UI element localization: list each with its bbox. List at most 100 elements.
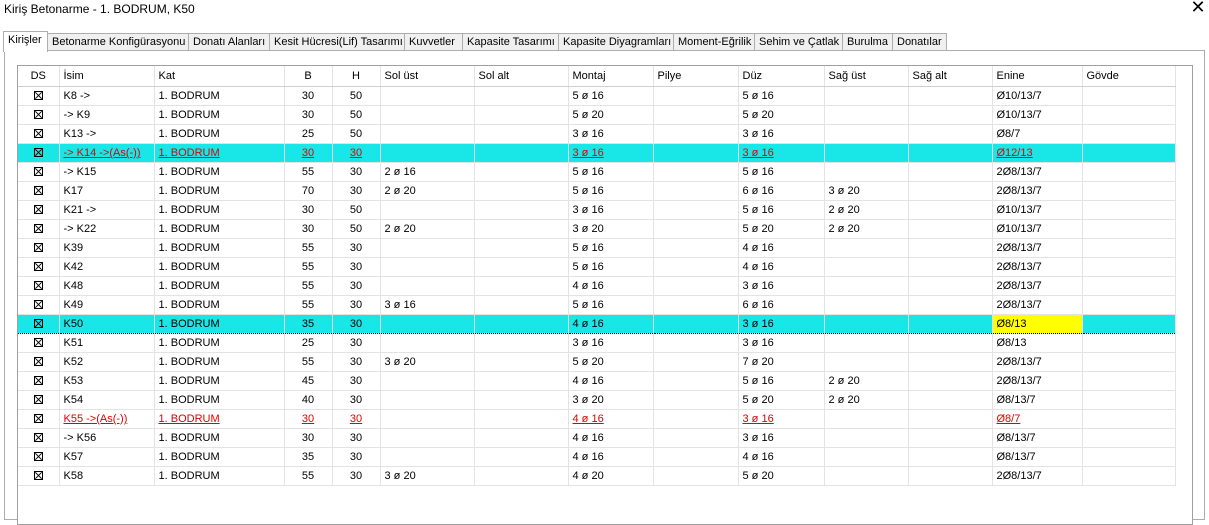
ds-cell[interactable] [18, 371, 60, 391]
cell-b[interactable]: 35 [284, 314, 333, 334]
cell-enine[interactable]: Ø10/13/7 [992, 86, 1083, 106]
cell-pilye[interactable] [653, 352, 739, 372]
cell-kat[interactable]: 1. BODRUM [154, 276, 285, 296]
checkbox-checked-icon[interactable] [33, 205, 43, 214]
cell-b[interactable]: 55 [284, 276, 333, 296]
cell-pilye[interactable] [653, 257, 739, 277]
col-header-pilye[interactable]: Pilye [653, 66, 739, 87]
cell-enine[interactable]: Ø8/13/7 [992, 390, 1083, 410]
cell-govde[interactable] [1082, 124, 1176, 144]
cell-duz[interactable]: 6 ø 16 [738, 181, 825, 201]
cell-sag-alt[interactable] [908, 162, 993, 182]
cell-duz[interactable]: 4 ø 16 [738, 238, 825, 258]
cell-sag-ust[interactable] [824, 333, 909, 353]
table-row[interactable]: K57 1. BODRUM 35 30 4 ø 16 4 ø 16 Ø8/13/7 [18, 447, 1176, 467]
cell-enine[interactable]: Ø8/7 [992, 409, 1083, 429]
col-header-sol-ust[interactable]: Sol üst [380, 66, 475, 87]
cell-montaj[interactable]: 4 ø 20 [568, 466, 654, 486]
cell-sag-ust[interactable] [824, 466, 909, 486]
cell-duz[interactable]: 5 ø 16 [738, 162, 825, 182]
cell-govde[interactable] [1082, 428, 1176, 448]
cell-b[interactable]: 55 [284, 295, 333, 315]
cell-enine[interactable]: 2Ø8/13/7 [992, 371, 1083, 391]
cell-sol-alt[interactable] [474, 371, 569, 391]
cell-sol-alt[interactable] [474, 200, 569, 220]
table-row[interactable]: -> K14 ->(As(-)) 1. BODRUM 30 30 3 ø 16 3 ø 1… [18, 143, 1176, 163]
cell-sag-alt[interactable] [908, 200, 993, 220]
cell-duz[interactable]: 6 ø 16 [738, 295, 825, 315]
cell-isim[interactable]: K49 [59, 295, 155, 315]
checkbox-checked-icon[interactable] [33, 148, 43, 157]
tab-moment-egrilik[interactable]: Moment-Eğrilik [673, 33, 755, 50]
cell-kat[interactable]: 1. BODRUM [154, 162, 285, 182]
cell-duz[interactable]: 3 ø 16 [738, 314, 825, 334]
cell-enine[interactable]: Ø8/13/7 [992, 428, 1083, 448]
cell-enine[interactable]: Ø8/13/7 [992, 447, 1083, 467]
cell-montaj[interactable]: 5 ø 20 [568, 105, 654, 125]
cell-montaj[interactable]: 5 ø 16 [568, 86, 654, 106]
cell-duz[interactable]: 5 ø 20 [738, 219, 825, 239]
cell-isim[interactable]: -> K56 [59, 428, 155, 448]
cell-sag-alt[interactable] [908, 181, 993, 201]
cell-sol-ust[interactable]: 3 ø 20 [380, 352, 475, 372]
cell-isim[interactable]: K8 -> [59, 86, 155, 106]
cell-govde[interactable] [1082, 352, 1176, 372]
col-header-isim[interactable]: İsim [59, 66, 155, 87]
cell-govde[interactable] [1082, 466, 1176, 486]
cell-sag-ust[interactable] [824, 295, 909, 315]
cell-b[interactable]: 35 [284, 447, 333, 467]
cell-sag-alt[interactable] [908, 295, 993, 315]
table-row[interactable]: K42 1. BODRUM 55 30 5 ø 16 4 ø 16 2Ø8/13/7 [18, 257, 1176, 277]
cell-pilye[interactable] [653, 238, 739, 258]
cell-kat[interactable]: 1. BODRUM [154, 257, 285, 277]
cell-duz[interactable]: 3 ø 16 [738, 143, 825, 163]
cell-duz[interactable]: 5 ø 20 [738, 390, 825, 410]
ds-cell[interactable] [18, 86, 60, 106]
cell-kat[interactable]: 1. BODRUM [154, 371, 285, 391]
cell-sol-ust[interactable]: 2 ø 20 [380, 181, 475, 201]
cell-sag-ust[interactable] [824, 238, 909, 258]
cell-isim[interactable]: K57 [59, 447, 155, 467]
col-header-ds[interactable]: DS [18, 66, 60, 87]
cell-govde[interactable] [1082, 333, 1176, 353]
cell-govde[interactable] [1082, 314, 1176, 334]
col-header-b[interactable]: B [284, 66, 333, 87]
checkbox-checked-icon[interactable] [33, 433, 43, 442]
cell-sag-alt[interactable] [908, 390, 993, 410]
tab-kapasite-diyagramlari[interactable]: Kapasite Diyagramları [558, 33, 674, 50]
cell-pilye[interactable] [653, 181, 739, 201]
table-row[interactable]: K13 -> 1. BODRUM 25 50 3 ø 16 3 ø 16 Ø8/7 [18, 124, 1176, 144]
col-header-sag-alt[interactable]: Sağ alt [908, 66, 993, 87]
cell-sag-ust[interactable] [824, 143, 909, 163]
col-header-govde[interactable]: Gövde [1082, 66, 1176, 87]
cell-b[interactable]: 30 [284, 219, 333, 239]
cell-sag-ust[interactable] [824, 352, 909, 372]
cell-sag-alt[interactable] [908, 409, 993, 429]
cell-h[interactable]: 30 [332, 447, 381, 467]
cell-sol-ust[interactable] [380, 371, 475, 391]
ds-cell[interactable] [18, 200, 60, 220]
cell-duz[interactable]: 3 ø 16 [738, 409, 825, 429]
cell-h[interactable]: 30 [332, 333, 381, 353]
cell-h[interactable]: 30 [332, 257, 381, 277]
cell-pilye[interactable] [653, 219, 739, 239]
cell-pilye[interactable] [653, 466, 739, 486]
cell-pilye[interactable] [653, 124, 739, 144]
cell-montaj[interactable]: 3 ø 20 [568, 219, 654, 239]
cell-pilye[interactable] [653, 371, 739, 391]
table-row[interactable]: K50 1. BODRUM 35 30 4 ø 16 3 ø 16 Ø8/13 [18, 314, 1176, 334]
cell-b[interactable]: 30 [284, 428, 333, 448]
checkbox-checked-icon[interactable] [33, 186, 43, 195]
cell-b[interactable]: 55 [284, 466, 333, 486]
table-row[interactable]: K52 1. BODRUM 55 30 3 ø 20 5 ø 20 7 ø 20 2Ø8/13… [18, 352, 1176, 372]
ds-cell[interactable] [18, 390, 60, 410]
cell-isim[interactable]: K13 -> [59, 124, 155, 144]
cell-sol-ust[interactable] [380, 86, 475, 106]
table-row[interactable]: K58 1. BODRUM 55 30 3 ø 20 4 ø 20 5 ø 20 2Ø8/13… [18, 466, 1176, 486]
cell-h[interactable]: 30 [332, 314, 381, 334]
cell-duz[interactable]: 5 ø 20 [738, 105, 825, 125]
cell-sol-ust[interactable] [380, 409, 475, 429]
table-row[interactable]: -> K9 1. BODRUM 30 50 5 ø 20 5 ø 20 Ø10/13/7 [18, 105, 1176, 125]
cell-isim[interactable]: -> K9 [59, 105, 155, 125]
checkbox-checked-icon[interactable] [33, 395, 43, 404]
